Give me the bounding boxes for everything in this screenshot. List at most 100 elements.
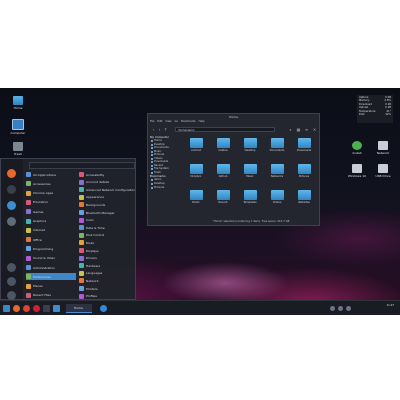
chrome-icon[interactable]: [23, 305, 30, 312]
install-icon: [352, 141, 362, 150]
menu-app-item[interactable]: Disks: [79, 239, 135, 246]
menu-app-item[interactable]: Color: [79, 217, 135, 224]
menu-item-label: Advanced Network Configuration: [86, 187, 135, 192]
terminal-icon[interactable]: [7, 185, 16, 194]
folder-item[interactable]: Downloads: [292, 138, 316, 156]
menu-file[interactable]: File: [150, 120, 154, 125]
firefox-icon[interactable]: [13, 305, 20, 312]
folder-item[interactable]: Desktop: [238, 138, 262, 156]
location-bar[interactable]: /home/demo: [175, 127, 275, 132]
menu-category-item[interactable]: Administration: [26, 264, 76, 271]
menu-app-item[interactable]: Appearance: [79, 194, 135, 201]
category-icon: [26, 218, 31, 224]
folder-icon: [216, 190, 230, 200]
folder-label: Templates: [243, 201, 257, 204]
menu-category-item[interactable]: Sound & Video: [26, 255, 76, 262]
menu-help[interactable]: Help: [199, 120, 205, 125]
menu-search-input[interactable]: [29, 162, 135, 169]
menu-app-item[interactable]: Displays: [79, 247, 135, 254]
desktop-icon-install[interactable]: Install: [344, 141, 370, 155]
terminal-icon[interactable]: [43, 305, 50, 312]
folder-icon: [297, 164, 311, 174]
menu-category-item[interactable]: Games: [26, 208, 76, 215]
folder-item[interactable]: Websites: [292, 190, 316, 208]
menu-app-item[interactable]: Printers: [79, 285, 135, 292]
folder-item[interactable]: Music: [238, 164, 262, 182]
folder-item[interactable]: Pictures: [292, 164, 316, 182]
menu-category-item[interactable]: Graphics: [26, 218, 76, 225]
desktop-icon-windows[interactable]: Windows 10: [344, 164, 370, 178]
up-icon[interactable]: ↑: [163, 127, 168, 132]
desktop-icon-trash[interactable]: Trash: [5, 142, 31, 156]
menu-app-item[interactable]: Profiles: [79, 293, 135, 300]
menu-category-item[interactable]: All Applications: [26, 171, 76, 178]
close-icon[interactable]: ×: [312, 127, 317, 132]
opera-icon[interactable]: [33, 305, 40, 312]
back-icon[interactable]: ‹: [151, 127, 156, 132]
menu-item-label: Internet: [33, 228, 45, 233]
menu-category-item[interactable]: Recent Files: [26, 292, 76, 299]
menu-category-item[interactable]: Preferences: [26, 273, 76, 281]
desktop-icon-network[interactable]: Network: [370, 141, 396, 155]
conky-row: Disk 42%: [359, 113, 391, 117]
volume-icon[interactable]: [338, 306, 343, 311]
menu-app-item[interactable]: Account details: [79, 179, 135, 186]
folder-item[interactable]: Videos: [265, 190, 289, 208]
menu-category-item[interactable]: Internet: [26, 227, 76, 234]
menu-category-item[interactable]: Education: [26, 199, 76, 206]
folder-item[interactable]: Dropbox: [184, 164, 208, 182]
menu-app-item[interactable]: Advanced Network Configuration: [79, 186, 135, 193]
menu-app-item[interactable]: Network: [79, 277, 135, 284]
menu-edit[interactable]: Edit: [157, 120, 162, 125]
menu-item-label: Accessibility: [86, 172, 105, 177]
sidebar-item[interactable]: Pictures: [150, 186, 180, 190]
search-icon[interactable]: ⌕: [288, 127, 293, 132]
view-icon[interactable]: ▦: [296, 127, 301, 132]
folder-item[interactable]: Public: [184, 190, 208, 208]
files-icon[interactable]: [7, 201, 16, 210]
settings-icon[interactable]: [7, 217, 16, 226]
menu-bookmarks[interactable]: Bookmarks: [181, 120, 196, 125]
menu-app-item[interactable]: Bluetooth Manager: [79, 209, 135, 216]
files-icon[interactable]: [53, 305, 60, 312]
clock[interactable]: 11:27: [360, 303, 394, 308]
menu-app-item[interactable]: Backgrounds: [79, 201, 135, 208]
menu-app-item[interactable]: Accessibility: [79, 171, 135, 178]
folder-item[interactable]: Templates: [238, 190, 262, 208]
menu-app-item[interactable]: Languages: [79, 270, 135, 277]
firefox-icon[interactable]: [7, 169, 16, 178]
menu-category-item[interactable]: Office: [26, 236, 76, 243]
battery-icon[interactable]: [346, 306, 351, 311]
folder-icon: [243, 164, 257, 174]
desktop-icon-computer[interactable]: Computer: [5, 119, 31, 135]
list-icon[interactable]: ≡: [304, 127, 309, 132]
desktop-icon-usb[interactable]: USB Drive: [370, 164, 396, 178]
menu-category-item[interactable]: Accessories: [26, 180, 76, 187]
taskbar-window-button[interactable]: Home: [66, 304, 92, 313]
desktop-icon-home[interactable]: Home: [5, 96, 31, 110]
menu-item-label: Programming: [33, 246, 54, 251]
sidebar-item[interactable]: Trash: [150, 171, 180, 175]
folder-item[interactable]: Github: [211, 164, 235, 182]
folder-item[interactable]: Android: [184, 138, 208, 156]
menu-icon[interactable]: [3, 305, 10, 312]
menu-app-item[interactable]: Drivers: [79, 255, 135, 262]
menu-category-item[interactable]: Programming: [26, 245, 76, 252]
menu-category-item[interactable]: Chrome Apps: [26, 190, 76, 197]
menu-go[interactable]: Go: [175, 120, 179, 125]
app-icon[interactable]: [100, 305, 107, 312]
menu-app-item[interactable]: Disk Control: [79, 232, 135, 239]
forward-icon[interactable]: ›: [157, 127, 162, 132]
menu-view[interactable]: View: [165, 120, 171, 125]
folder-item[interactable]: Recent: [211, 190, 235, 208]
folder-item[interactable]: Calibre: [211, 138, 235, 156]
lock-icon[interactable]: [7, 263, 16, 272]
network-icon[interactable]: [330, 306, 335, 311]
folder-item[interactable]: Networks: [265, 164, 289, 182]
folder-item[interactable]: Documents: [265, 138, 289, 156]
power-icon[interactable]: [7, 291, 16, 300]
menu-category-item[interactable]: Places: [26, 283, 76, 290]
menu-app-item[interactable]: Hardware: [79, 262, 135, 269]
logout-icon[interactable]: [7, 277, 16, 286]
menu-app-item[interactable]: Date & Time: [79, 224, 135, 231]
